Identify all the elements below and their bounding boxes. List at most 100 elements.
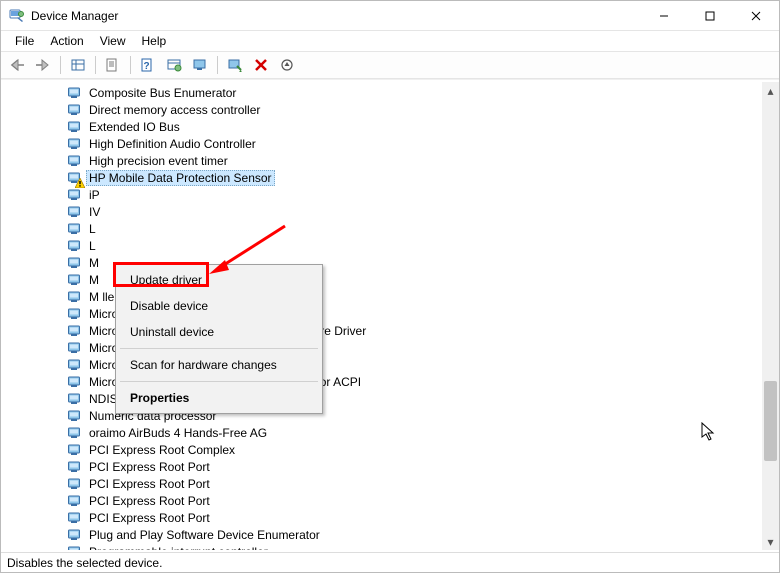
help-button[interactable]: ? (136, 54, 160, 76)
device-icon (67, 119, 83, 135)
device-label: PCI Express Root Port (86, 493, 266, 509)
update-driver-toolbar-button[interactable] (162, 54, 186, 76)
device-label: PCI Express Root Complex (86, 442, 266, 458)
toolbar: ? (1, 51, 779, 79)
svg-text:?: ? (143, 61, 149, 72)
device-label: L (86, 238, 266, 254)
device-icon (67, 527, 83, 543)
device-label: Programmable interrupt controller (86, 544, 271, 551)
scrollbar-thumb[interactable] (764, 381, 777, 461)
device-icon (67, 408, 83, 424)
minimize-button[interactable] (641, 1, 687, 31)
device-label: Direct memory access controller (86, 102, 266, 118)
status-bar: Disables the selected device. (1, 552, 779, 572)
context-menu-item[interactable]: Properties (118, 385, 320, 411)
scroll-down-icon[interactable]: ▾ (762, 533, 779, 550)
device-tree-item[interactable]: oraimo AirBuds 4 Hands-Free AG (7, 424, 762, 441)
toolbar-separator (130, 56, 131, 74)
device-tree-item[interactable]: Direct memory access controller (7, 101, 762, 118)
device-tree-item[interactable]: Programmable interrupt controller (7, 543, 762, 550)
context-menu-item[interactable]: Scan for hardware changes (118, 352, 320, 378)
status-text: Disables the selected device. (7, 556, 162, 570)
scan-for-changes-button[interactable] (275, 54, 299, 76)
device-label: Extended IO Bus (86, 119, 266, 135)
forward-button[interactable] (31, 54, 55, 76)
device-icon (67, 272, 83, 288)
device-label: IV (86, 204, 266, 220)
device-tree-item[interactable]: Plug and Play Software Device Enumerator (7, 526, 762, 543)
device-tree-item[interactable]: Composite Bus Enumerator (7, 84, 762, 101)
monitor-button[interactable] (188, 54, 212, 76)
device-icon (67, 136, 83, 152)
device-label: Plug and Play Software Device Enumerator (86, 527, 323, 543)
toolbar-separator (60, 56, 61, 74)
device-icon (67, 357, 83, 373)
device-tree-item[interactable]: PCI Express Root Port (7, 509, 762, 526)
device-tree-item[interactable]: HP Mobile Data Protection Sensor (7, 169, 762, 186)
close-button[interactable] (733, 1, 779, 31)
device-icon (67, 442, 83, 458)
device-manager-window: Device Manager File Action View Help (0, 0, 780, 573)
device-icon (67, 323, 83, 339)
device-label: oraimo AirBuds 4 Hands-Free AG (86, 425, 270, 441)
uninstall-button[interactable] (249, 54, 273, 76)
menu-help[interactable]: Help (134, 32, 175, 50)
device-tree-item[interactable]: PCI Express Root Port (7, 492, 762, 509)
device-icon (67, 391, 83, 407)
titlebar: Device Manager (1, 1, 779, 31)
device-icon (67, 289, 83, 305)
device-icon (67, 255, 83, 271)
device-tree-item[interactable]: PCI Express Root Complex (7, 441, 762, 458)
device-icon (67, 221, 83, 237)
context-menu: Update driverDisable deviceUninstall dev… (115, 264, 323, 414)
device-label: PCI Express Root Port (86, 476, 266, 492)
device-icon (67, 544, 83, 551)
device-icon (67, 102, 83, 118)
device-tree-item[interactable]: L (7, 237, 762, 254)
toolbar-separator (95, 56, 96, 74)
device-tree-item[interactable]: iP (7, 186, 762, 203)
device-tree-item[interactable]: IV (7, 203, 762, 220)
scan-hardware-button[interactable] (223, 54, 247, 76)
device-tree-item[interactable]: PCI Express Root Port (7, 475, 762, 492)
menu-file[interactable]: File (7, 32, 42, 50)
device-label: L (86, 221, 266, 237)
device-icon (67, 306, 83, 322)
maximize-button[interactable] (687, 1, 733, 31)
device-label: Composite Bus Enumerator (86, 85, 266, 101)
device-tree-item[interactable]: PCI Express Root Port (7, 458, 762, 475)
device-icon (67, 425, 83, 441)
device-tree-item[interactable]: High Definition Audio Controller (7, 135, 762, 152)
device-icon (67, 187, 83, 203)
device-label: PCI Express Root Port (86, 459, 266, 475)
device-icon (67, 459, 83, 475)
device-icon (67, 374, 83, 390)
context-menu-item[interactable]: Update driver (118, 267, 320, 293)
show-hidden-devices-button[interactable] (66, 54, 90, 76)
device-icon (67, 510, 83, 526)
device-manager-icon (9, 8, 25, 24)
device-label: High precision event timer (86, 153, 266, 169)
device-tree-item[interactable]: High precision event timer (7, 152, 762, 169)
device-icon (67, 340, 83, 356)
menu-action[interactable]: Action (42, 32, 91, 50)
device-label: PCI Express Root Port (86, 510, 266, 526)
device-label: High Definition Audio Controller (86, 136, 266, 152)
back-button[interactable] (5, 54, 29, 76)
menubar: File Action View Help (1, 31, 779, 51)
device-tree-container: Composite Bus EnumeratorDirect memory ac… (1, 79, 779, 552)
device-tree-item[interactable]: Extended IO Bus (7, 118, 762, 135)
device-label: HP Mobile Data Protection Sensor (86, 170, 275, 186)
context-menu-item[interactable]: Uninstall device (118, 319, 320, 345)
device-icon (67, 85, 83, 101)
menu-view[interactable]: View (92, 32, 134, 50)
device-icon (67, 493, 83, 509)
device-icon (67, 153, 83, 169)
device-icon (67, 238, 83, 254)
device-icon (67, 204, 83, 220)
scroll-up-icon[interactable]: ▴ (762, 82, 779, 99)
context-menu-item[interactable]: Disable device (118, 293, 320, 319)
vertical-scrollbar[interactable]: ▴ ▾ (762, 82, 779, 550)
device-tree-item[interactable]: L (7, 220, 762, 237)
properties-button[interactable] (101, 54, 125, 76)
